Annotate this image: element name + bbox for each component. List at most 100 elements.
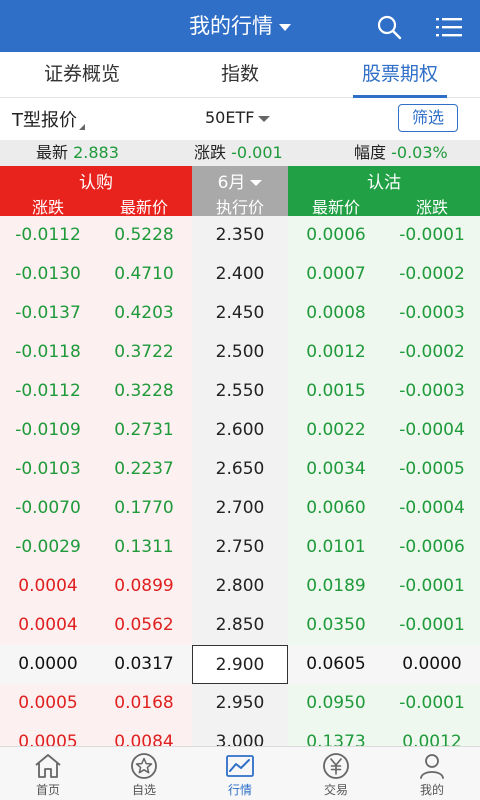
strike-cell: 2.650 [192,450,288,489]
call-change-cell: -0.0130 [0,255,96,294]
underlying-quote-bar: 最新 2.883 涨跌 -0.001 幅度 -0.03% [0,140,480,166]
nav-market[interactable]: 行情 [192,747,288,800]
call-last-cell: 0.0899 [96,567,192,606]
table-row[interactable]: -0.0112 0.3228 2.550 0.0015 -0.0003 [0,372,480,411]
search-icon[interactable] [376,14,402,40]
user-icon [420,754,444,779]
price-change-pct-label: 幅度 [354,143,387,162]
tab-index[interactable]: 指数 [200,52,280,98]
chevron-down-icon [279,23,291,31]
quote-type-select[interactable]: T型报价 [12,106,85,132]
chart-icon [226,755,254,777]
put-last-cell: 0.0060 [288,489,384,528]
call-change-cell: -0.0118 [0,333,96,372]
table-row[interactable]: 0.0004 0.0899 2.800 0.0189 -0.0001 [0,567,480,606]
app-header: 我的行情 [0,0,480,52]
put-change-cell: 0.0000 [384,645,480,684]
price-change-pct-value: -0.03% [391,143,448,162]
expiry-month-label: 6月 [217,173,246,193]
put-change-cell: 0.0012 [384,723,480,746]
put-change-cell: -0.0006 [384,528,480,567]
nav-home[interactable]: 首页 [0,747,96,800]
put-change-cell: -0.0001 [384,567,480,606]
tab-stock-options[interactable]: 股票期权 [353,52,447,98]
put-last-cell: 0.0950 [288,684,384,723]
underlying-select[interactable]: 50ETF [205,108,271,127]
strike-cell: 2.400 [192,255,288,294]
call-change-cell: -0.0070 [0,489,96,528]
call-last-cell: 0.2237 [96,450,192,489]
table-row[interactable]: -0.0137 0.4203 2.450 0.0008 -0.0003 [0,294,480,333]
expiry-month-select[interactable]: 6月 执行价 [192,166,288,217]
call-change-cell: 0.0004 [0,606,96,645]
call-change-cell: 0.0004 [0,567,96,606]
quote-type-label: T型报价 [12,110,77,131]
nav-market-label: 行情 [227,783,252,797]
table-row[interactable]: -0.0103 0.2237 2.650 0.0034 -0.0005 [0,450,480,489]
call-last-cell: 0.2731 [96,411,192,450]
home-icon [35,754,61,778]
table-row[interactable]: -0.0109 0.2731 2.600 0.0022 -0.0004 [0,411,480,450]
call-last-cell: 0.3228 [96,372,192,411]
menu-icon[interactable] [436,16,462,38]
call-last-cell: 0.1311 [96,528,192,567]
strike-cell: 2.450 [192,294,288,333]
table-row[interactable]: 0.0005 0.0168 2.950 0.0950 -0.0001 [0,684,480,723]
table-row-at-the-money[interactable]: 0.0000 0.0317 2.900 0.0605 0.0000 [0,645,480,684]
header-title-dropdown[interactable]: 我的行情 [0,0,480,52]
nav-me-label: 我的 [419,783,444,797]
filter-button[interactable]: 筛选 [398,104,458,132]
call-change-cell: -0.0112 [0,216,96,255]
put-last-cell: 0.0101 [288,528,384,567]
table-row[interactable]: -0.0130 0.4710 2.400 0.0007 -0.0002 [0,255,480,294]
header-title: 我的行情 [189,14,273,38]
nav-watchlist-label: 自选 [131,783,156,797]
table-row[interactable]: -0.0118 0.3722 2.500 0.0012 -0.0002 [0,333,480,372]
put-change-cell: -0.0002 [384,333,480,372]
tab-securities-overview[interactable]: 证券概览 [20,52,144,98]
call-change-cell: 0.0005 [0,684,96,723]
call-last-cell: 0.0168 [96,684,192,723]
put-change-cell: -0.0005 [384,450,480,489]
call-change-cell: -0.0137 [0,294,96,333]
options-table: -0.0112 0.5228 2.350 0.0006 -0.0001 -0.0… [0,216,480,746]
strike-header: 执行价 [215,198,264,217]
put-change-cell: -0.0001 [384,606,480,645]
call-last-cell: 0.0562 [96,606,192,645]
table-row[interactable]: -0.0070 0.1770 2.700 0.0060 -0.0004 [0,489,480,528]
expiry-month: 6月 [192,168,288,193]
put-last-cell: 0.0605 [288,645,384,684]
market-tabs: 证券概览 指数 股票期权 [0,52,480,98]
call-last-cell: 0.4710 [96,255,192,294]
chevron-down-icon [250,180,263,186]
table-row[interactable]: 0.0005 0.0084 3.000 0.1373 0.0012 [0,723,480,746]
last-price-label: 最新 [36,143,69,162]
put-header: 认沽 最新价 涨跌 [288,166,480,217]
put-change-cell: -0.0004 [384,411,480,450]
put-change-cell: -0.0002 [384,255,480,294]
call-change-cell: -0.0029 [0,528,96,567]
put-change-cell: -0.0001 [384,216,480,255]
put-last-cell: 0.0022 [288,411,384,450]
nav-home-label: 首页 [35,783,60,797]
t-quote-header: 认购 涨跌 最新价 6月 执行价 认沽 最新价 涨跌 [0,166,480,217]
strike-cell: 3.000 [192,723,288,746]
call-title: 认购 [79,173,113,193]
table-row[interactable]: 0.0004 0.0562 2.850 0.0350 -0.0001 [0,606,480,645]
table-row[interactable]: -0.0029 0.1311 2.750 0.0101 -0.0006 [0,528,480,567]
price-change-value: -0.001 [231,143,283,162]
yuan-icon [323,753,349,779]
call-last-cell: 0.3722 [96,333,192,372]
strike-cell: 2.350 [192,216,288,255]
strike-cell: 2.800 [192,567,288,606]
nav-me[interactable]: 我的 [384,747,480,800]
table-row[interactable]: -0.0112 0.5228 2.350 0.0006 -0.0001 [0,216,480,255]
put-change-header: 涨跌 [415,198,448,217]
put-last-cell: 0.0012 [288,333,384,372]
nav-watchlist[interactable]: 自选 [96,747,192,800]
strike-cell: 2.950 [192,684,288,723]
put-last-cell: 0.0006 [288,216,384,255]
nav-trade[interactable]: 交易 [288,747,384,800]
put-last-cell: 0.0350 [288,606,384,645]
put-last-cell: 0.0007 [288,255,384,294]
